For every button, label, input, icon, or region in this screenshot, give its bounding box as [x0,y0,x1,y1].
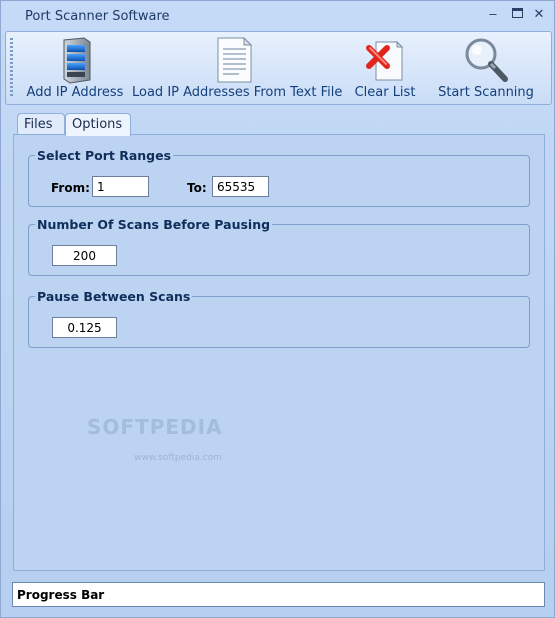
toolbar-grip[interactable] [10,38,13,98]
options-panel: Select Port Ranges From: To: Number Of S… [13,134,545,571]
pause-between-scans-legend: Pause Between Scans [37,289,191,304]
server-icon [63,37,91,84]
to-label: To: [187,181,207,195]
progress-label: Progress Bar [17,588,105,602]
clear-list-button[interactable]: Clear List [350,36,420,102]
app-window: Port Scanner Software ‒ ✕ Add IP Address… [0,0,555,618]
toolbar: Add IP Address Load IP Addresses From Te… [5,31,552,105]
load-ip-file-button[interactable]: Load IP Addresses From Text File [132,36,343,102]
magnifier-icon [465,38,508,82]
softpedia-watermark: SOFTPEDIA [87,415,223,439]
from-port-input[interactable] [92,176,149,197]
clear-x-icon [366,40,404,81]
to-port-input[interactable] [212,176,269,197]
minimize-icon[interactable]: ‒ [485,7,501,23]
close-icon[interactable]: ✕ [531,7,547,23]
add-ip-address-button[interactable]: Add IP Address [22,36,128,102]
softpedia-watermark-url: www.softpedia.com [134,453,222,463]
maximize-glyph [511,8,523,18]
pause-between-scans-input[interactable] [52,317,117,338]
tab-options[interactable]: Options [65,113,131,136]
port-range-group: Select Port Ranges From: To: [28,148,530,207]
from-label: From: [51,181,90,195]
start-scanning-label: Start Scanning [438,85,534,100]
progress-bar: Progress Bar [12,582,545,607]
clear-list-label: Clear List [354,85,416,100]
maximize-icon[interactable] [509,7,525,23]
scans-before-pause-input[interactable] [52,245,117,266]
scans-before-pause-group: Number Of Scans Before Pausing [28,217,530,276]
load-ip-file-label: Load IP Addresses From Text File [132,85,343,100]
add-ip-address-label: Add IP Address [26,85,124,100]
window-title: Port Scanner Software [25,9,170,24]
scans-before-pause-legend: Number Of Scans Before Pausing [37,217,271,232]
tab-files[interactable]: Files [17,113,65,135]
pause-between-scans-group: Pause Between Scans [28,289,530,348]
document-icon [217,36,253,83]
port-range-legend: Select Port Ranges [37,148,172,163]
title-bar[interactable]: Port Scanner Software ‒ ✕ [1,1,554,31]
start-scanning-button[interactable]: Start Scanning [436,36,536,102]
